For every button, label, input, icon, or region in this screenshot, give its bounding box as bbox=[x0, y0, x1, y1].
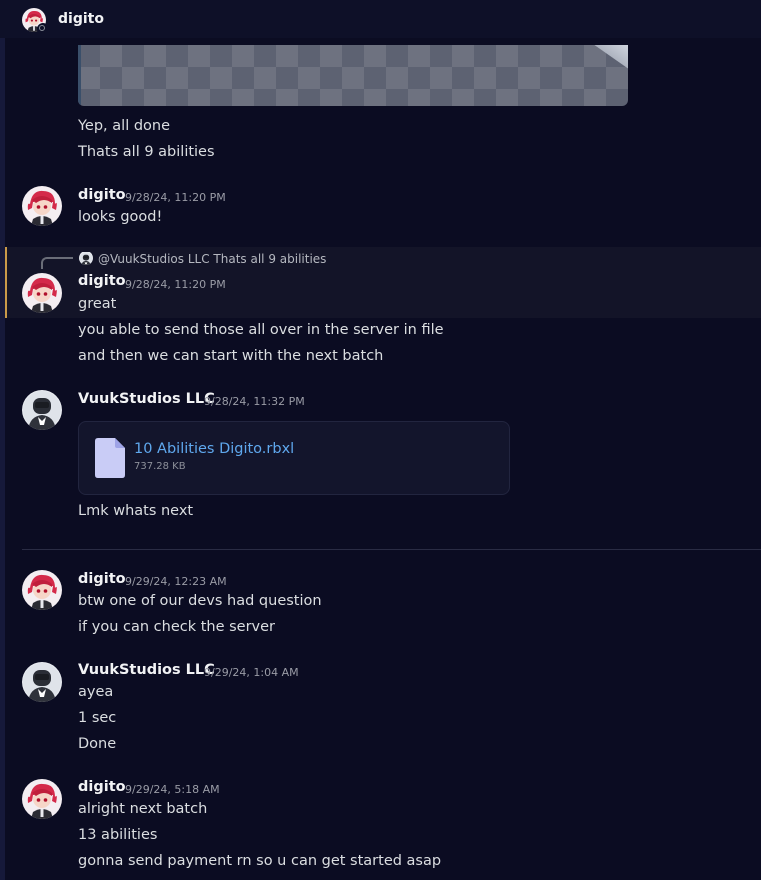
message-username[interactable]: VuukStudios LLC bbox=[78, 662, 215, 678]
user-avatar-icon bbox=[22, 390, 62, 430]
reply-mention[interactable]: @VuukStudios LLC bbox=[98, 252, 210, 266]
message-timestamp: 9/28/24, 11:20 PM bbox=[125, 191, 226, 204]
message-username[interactable]: digito bbox=[78, 187, 126, 203]
file-icon bbox=[95, 438, 125, 478]
message-line: Thats all 9 abilities bbox=[78, 144, 215, 160]
message-line: Lmk whats next bbox=[78, 503, 194, 519]
header-username[interactable]: digito bbox=[58, 11, 104, 27]
date-divider bbox=[22, 549, 761, 550]
avatar[interactable] bbox=[22, 779, 62, 819]
user-avatar-icon bbox=[22, 570, 62, 610]
avatar[interactable] bbox=[22, 570, 62, 610]
message-username[interactable]: digito bbox=[78, 779, 126, 795]
message-line: you able to send those all over in the s… bbox=[78, 322, 444, 338]
reply-connector bbox=[41, 257, 73, 269]
reply-avatar[interactable] bbox=[79, 251, 93, 265]
message-username[interactable]: digito bbox=[78, 273, 126, 289]
avatar[interactable] bbox=[22, 273, 62, 313]
message-line: 1 sec bbox=[78, 710, 117, 726]
reply-content: Thats all 9 abilities bbox=[213, 252, 327, 266]
message-line: alright next batch bbox=[78, 801, 208, 817]
message-username[interactable]: digito bbox=[78, 571, 126, 587]
file-size: 737.28 KB bbox=[134, 461, 186, 472]
avatar[interactable] bbox=[22, 662, 62, 702]
avatar[interactable] bbox=[22, 390, 62, 430]
user-avatar-icon bbox=[22, 186, 62, 226]
user-avatar-icon bbox=[22, 662, 62, 702]
message-line: looks good! bbox=[78, 209, 163, 225]
message-timestamp: 9/28/24, 11:32 PM bbox=[204, 395, 305, 408]
avatar[interactable] bbox=[22, 186, 62, 226]
message-line: and then we can start with the next batc… bbox=[78, 348, 384, 364]
message-timestamp: 9/29/24, 1:04 AM bbox=[204, 666, 299, 679]
sidebar-edge bbox=[0, 0, 5, 880]
user-avatar-icon bbox=[22, 273, 62, 313]
message-timestamp: 9/28/24, 11:20 PM bbox=[125, 278, 226, 291]
file-attachment[interactable]: 10 Abilities Digito.rbxl 737.28 KB bbox=[78, 421, 510, 495]
message-line: great bbox=[78, 296, 117, 312]
offline-status-icon bbox=[37, 23, 49, 35]
message-line: Done bbox=[78, 736, 117, 752]
message-line: gonna send payment rn so u can get start… bbox=[78, 853, 442, 869]
message-timestamp: 9/29/24, 12:23 AM bbox=[125, 575, 227, 588]
message-username[interactable]: VuukStudios LLC bbox=[78, 391, 215, 407]
message-line: 13 abilities bbox=[78, 827, 158, 843]
message-timestamp: 9/29/24, 5:18 AM bbox=[125, 783, 220, 796]
highlight-bar bbox=[5, 247, 7, 318]
message-line: Yep, all done bbox=[78, 118, 171, 134]
message-line: btw one of our devs had question bbox=[78, 593, 322, 609]
message-line: ayea bbox=[78, 684, 114, 700]
image-attachment[interactable] bbox=[78, 45, 628, 106]
file-name-link[interactable]: 10 Abilities Digito.rbxl bbox=[134, 441, 294, 457]
user-avatar-icon bbox=[22, 779, 62, 819]
channel-header: digito bbox=[0, 0, 761, 38]
message-line: if you can check the server bbox=[78, 619, 276, 635]
reply-preview[interactable]: @VuukStudios LLC Thats all 9 abilities bbox=[98, 252, 326, 266]
